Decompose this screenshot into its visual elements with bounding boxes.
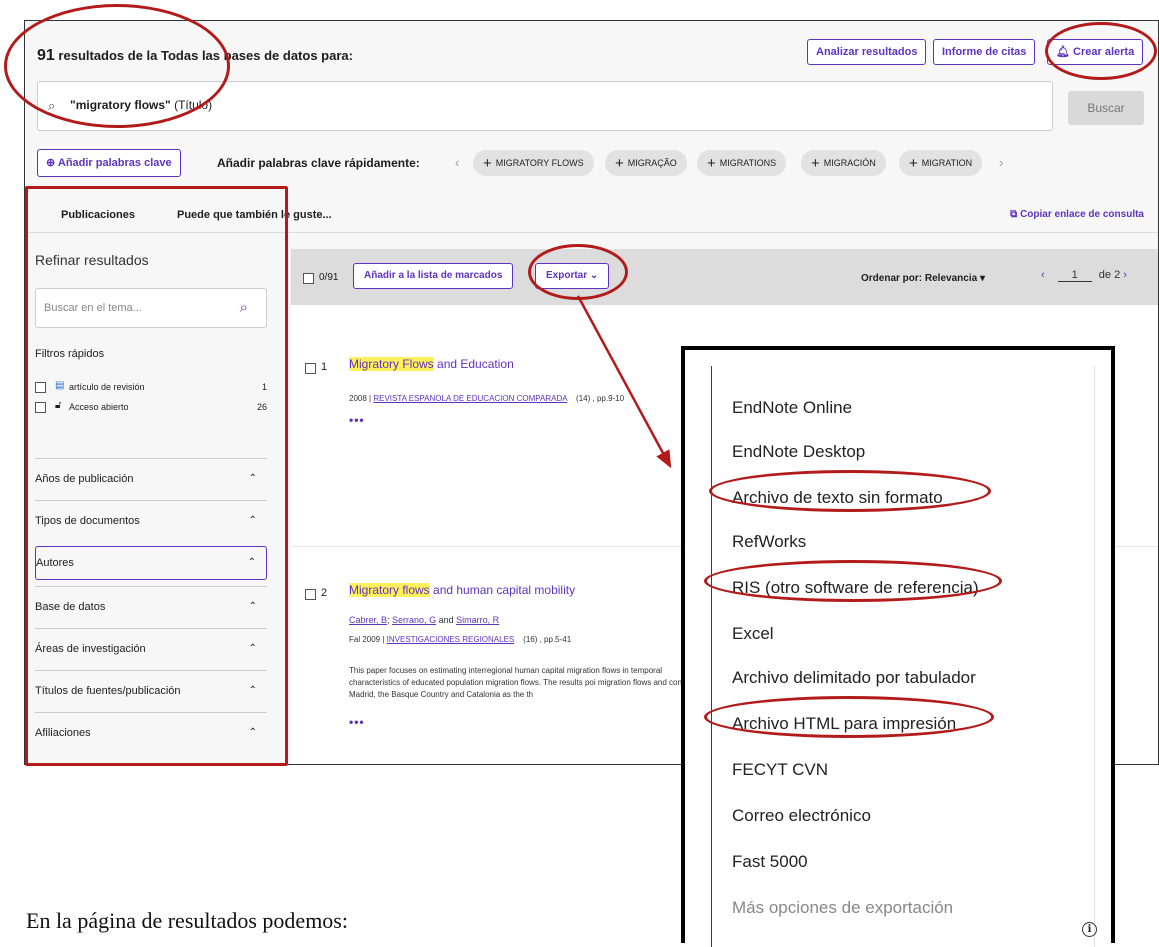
export-option[interactable]: RefWorks [732,532,806,552]
more-export-options[interactable]: Más opciones de exportación [732,898,953,918]
export-option[interactable]: Correo electrónico [732,806,871,826]
export-option[interactable]: Archivo de texto sin formato [732,488,943,508]
export-option[interactable]: EndNote Desktop [732,442,865,462]
export-option[interactable]: RIS (otro software de referencia) [732,578,979,598]
export-option[interactable]: Fast 5000 [732,852,808,872]
export-menu-list: EndNote Online EndNote Desktop Archivo d… [711,366,1095,947]
export-option[interactable]: FECYT CVN [732,760,828,780]
export-option[interactable]: EndNote Online [732,398,852,418]
export-option[interactable]: Archivo HTML para impresión [732,714,956,734]
export-option[interactable]: Archivo delimitado por tabulador [732,668,976,688]
info-icon[interactable]: i [1082,922,1097,937]
caption-text: En la página de resultados podemos: [26,908,348,933]
export-menu: EndNote Online EndNote Desktop Archivo d… [681,346,1115,947]
export-option[interactable]: Excel [732,624,774,644]
